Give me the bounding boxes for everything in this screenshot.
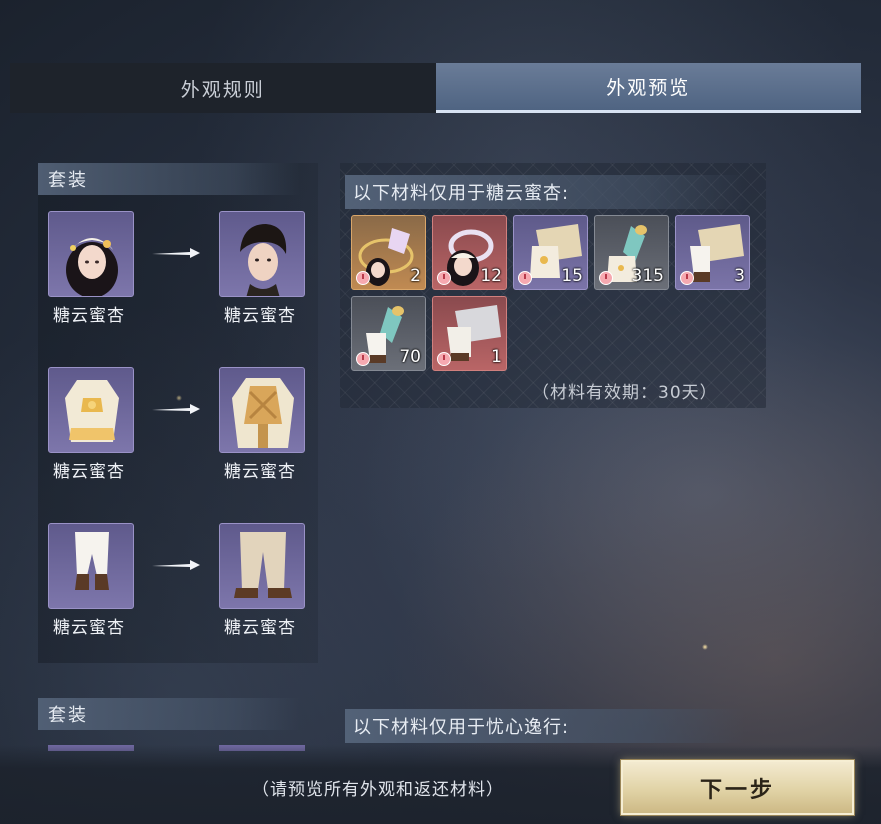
from-item-name: 糖云蜜杏	[53, 618, 125, 638]
material-item[interactable]: 15	[513, 215, 588, 290]
clock-icon	[437, 352, 451, 366]
material-item[interactable]: 315	[594, 215, 669, 290]
set-conversion-row: 糖云蜜杏 糖云蜜杏	[48, 523, 305, 643]
next-step-button[interactable]: 下一步	[621, 760, 854, 815]
male-head-hair-icon[interactable]	[219, 211, 305, 297]
material-count: 315	[631, 266, 664, 286]
set-conversion-row: 糖云蜜杏 糖云蜜杏	[48, 367, 305, 487]
male-top-outfit-icon[interactable]	[219, 367, 305, 453]
material-item[interactable]: 2	[351, 215, 426, 290]
clock-icon	[437, 271, 451, 285]
arrow-right-icon	[152, 404, 200, 414]
tab-bar: 外观规则 外观预览	[10, 63, 861, 113]
set-header: 套装	[38, 163, 300, 195]
to-item-name: 糖云蜜杏	[224, 462, 296, 482]
material-item[interactable]: 70	[351, 296, 426, 371]
material-count: 2	[410, 266, 421, 286]
material-count: 3	[734, 266, 745, 286]
materials-header: 以下材料仅用于糖云蜜杏:	[345, 175, 745, 209]
tab-appearance-preview[interactable]: 外观预览	[435, 63, 861, 113]
from-item-name: 糖云蜜杏	[53, 306, 125, 326]
clock-icon	[356, 271, 370, 285]
tab-appearance-rules[interactable]: 外观规则	[10, 63, 436, 113]
clock-icon	[680, 271, 694, 285]
material-item[interactable]: 12	[432, 215, 507, 290]
to-item-name: 糖云蜜杏	[224, 306, 296, 326]
set-conversion-row: 糖云蜜杏 糖云蜜杏	[48, 211, 305, 331]
from-item-name: 糖云蜜杏	[53, 462, 125, 482]
female-top-outfit-icon[interactable]	[48, 367, 134, 453]
materials-grid: 2 12 15 315 3 70 1	[351, 215, 756, 371]
clock-icon	[518, 271, 532, 285]
male-pants-boots-icon[interactable]	[219, 523, 305, 609]
set-header: 套装	[38, 698, 300, 730]
material-count: 12	[480, 266, 502, 286]
sparkle	[702, 644, 708, 650]
materials-header: 以下材料仅用于忧心逸行:	[345, 709, 745, 743]
arrow-right-icon	[152, 560, 200, 570]
preview-hint: （请预览所有外观和返还材料）	[252, 780, 504, 800]
material-count: 15	[561, 266, 583, 286]
material-item[interactable]: 3	[675, 215, 750, 290]
female-pants-boots-icon[interactable]	[48, 523, 134, 609]
material-item[interactable]: 1	[432, 296, 507, 371]
to-item-name: 糖云蜜杏	[224, 618, 296, 638]
material-count: 1	[491, 347, 502, 367]
female-head-hat-icon[interactable]	[48, 211, 134, 297]
clock-icon	[356, 352, 370, 366]
material-count: 70	[399, 347, 421, 367]
arrow-right-icon	[152, 248, 200, 258]
clock-icon	[599, 271, 613, 285]
material-validity: （材料有效期：30天）	[532, 383, 718, 403]
